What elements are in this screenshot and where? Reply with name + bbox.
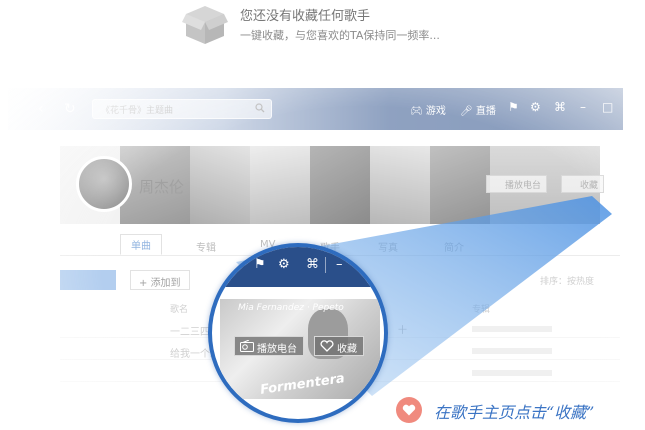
heart-icon [402,404,416,416]
heart-icon [320,340,334,352]
favorite-artist-button[interactable]: 收藏 [314,336,364,356]
minimize-mode-icon: ⌘ [306,257,319,272]
header-divider [325,257,326,273]
hint-text: 在歌手主页点击“收藏” [434,403,595,422]
radio-icon [240,340,254,352]
favorite-label: 收藏 [337,344,357,355]
heart-badge [396,397,422,423]
play-radio-button[interactable]: 播放电台 [234,336,304,356]
album-logo: Mia Fernandez · Pepeto [238,303,344,313]
minimize-icon: – [336,257,343,272]
play-radio-label: 播放电台 [257,344,297,355]
magnified-header: ⚑ ⚙ ⌘ – [212,247,384,287]
zoom-magnifier: ⚑ ⚙ ⌘ – Mia Fernandez · Pepeto Formenter… [208,243,388,423]
shirt-icon: ⚑ [254,257,266,272]
gear-icon: ⚙ [278,257,290,272]
